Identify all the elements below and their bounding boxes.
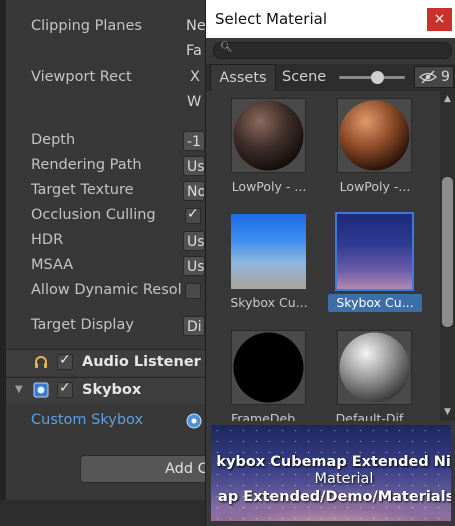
material-thumbnail xyxy=(231,330,306,405)
window-title: Select Material xyxy=(215,10,327,28)
scrollbar-thumb[interactable] xyxy=(442,177,453,327)
hdr-label: HDR xyxy=(31,232,64,248)
material-thumbnail xyxy=(337,330,412,405)
scroll-down-icon[interactable]: ▼ xyxy=(444,407,451,417)
audio-listener-title: Audio Listener xyxy=(82,354,201,370)
allow-dynamic-resolution-checkbox[interactable] xyxy=(185,283,201,299)
material-item[interactable]: LowPoly - ... xyxy=(214,93,324,213)
target-texture-field[interactable]: No xyxy=(183,181,205,201)
occlusion-culling-checkbox[interactable] xyxy=(185,206,201,224)
sphere-thumbnail xyxy=(339,332,410,403)
close-button[interactable]: × xyxy=(427,8,452,31)
msaa-dropdown[interactable]: Us xyxy=(183,256,205,276)
left-edge xyxy=(0,0,6,526)
hidden-packages-toggle[interactable]: 9 xyxy=(414,66,454,88)
rendering-path-dropdown[interactable]: Us xyxy=(183,156,205,176)
clipping-planes-label: Clipping Planes xyxy=(31,18,142,34)
eye-slash-icon xyxy=(419,70,437,84)
headphones-icon xyxy=(35,356,47,368)
material-thumbnail xyxy=(337,98,412,173)
msaa-label: MSAA xyxy=(31,257,74,273)
viewport-rect-label: Viewport Rect xyxy=(31,69,132,85)
near-label: Ne xyxy=(186,18,206,34)
depth-field[interactable]: -1 xyxy=(183,131,205,151)
skybox-enabled-checkbox[interactable] xyxy=(57,380,73,398)
material-label: LowPoly - ... xyxy=(231,179,307,194)
viewport-w-label: W xyxy=(187,94,202,110)
tab-scene[interactable]: Scene xyxy=(282,64,326,91)
material-preview: kybox Cubemap Extended Nigh Material ap … xyxy=(211,425,451,521)
target-texture-label: Target Texture xyxy=(31,182,134,198)
select-material-window: Select Material × 🔍︎ Assets Scene 9 LowP… xyxy=(205,0,455,526)
far-label: Fa xyxy=(186,43,202,59)
material-item[interactable]: LowPoly -... xyxy=(320,93,430,213)
sphere-thumbnail xyxy=(339,100,410,171)
object-picker-icon[interactable] xyxy=(186,413,202,429)
bottom-bar xyxy=(0,500,206,526)
material-label: LowPoly -... xyxy=(339,179,411,194)
hidden-count: 9 xyxy=(441,69,450,85)
material-grid: LowPoly - ... LowPoly -... Skybox Cu... … xyxy=(206,91,455,421)
material-item-selected[interactable]: Skybox Cu... xyxy=(320,209,430,329)
allow-dynamic-resolution-label: Allow Dynamic Resol xyxy=(31,282,182,298)
material-thumbnail xyxy=(231,214,306,289)
skybox-icon xyxy=(33,382,49,398)
tab-assets[interactable]: Assets xyxy=(210,64,276,91)
audio-listener-enabled-checkbox[interactable] xyxy=(57,352,73,370)
sphere-thumbnail xyxy=(233,332,304,403)
search-icon: 🔍︎ xyxy=(220,42,233,53)
preview-type-line: Material xyxy=(314,471,374,487)
depth-label: Depth xyxy=(31,132,76,148)
search-input[interactable]: 🔍︎ xyxy=(213,42,452,59)
material-item[interactable]: FrameDeb... xyxy=(214,325,324,421)
occlusion-culling-label: Occlusion Culling xyxy=(31,207,156,223)
add-component-button[interactable]: Add C xyxy=(80,455,210,483)
scroll-up-icon[interactable]: ▲ xyxy=(444,94,451,104)
material-label: Skybox Cu... xyxy=(230,295,308,310)
material-item[interactable]: Skybox Cu... xyxy=(214,209,324,329)
preview-path-line: ap Extended/Demo/Materials/S xyxy=(218,489,451,505)
grid-scrollbar[interactable]: ▲ ▼ xyxy=(440,91,455,421)
rendering-path-label: Rendering Path xyxy=(31,157,142,173)
material-label: Skybox Cu... xyxy=(328,294,422,312)
hdr-dropdown[interactable]: Us xyxy=(183,231,205,251)
zoom-slider-handle[interactable] xyxy=(371,71,384,84)
material-thumbnail xyxy=(335,212,414,291)
material-label: FrameDeb... xyxy=(230,411,308,421)
material-item[interactable]: Default-Dif... xyxy=(320,325,430,421)
window-titlebar: Select Material × xyxy=(206,0,455,38)
material-label: Default-Dif... xyxy=(335,411,415,421)
preview-name-line1: kybox Cubemap Extended Nigh xyxy=(216,454,451,470)
target-display-label: Target Display xyxy=(31,317,134,333)
target-display-dropdown[interactable]: Di xyxy=(183,316,205,336)
sphere-thumbnail xyxy=(233,100,304,171)
custom-skybox-label: Custom Skybox xyxy=(31,412,144,428)
skybox-title: Skybox xyxy=(82,382,142,398)
viewport-x-label: X xyxy=(190,69,200,85)
foldout-arrow-icon[interactable]: ▼ xyxy=(15,384,23,395)
material-thumbnail xyxy=(231,98,306,173)
